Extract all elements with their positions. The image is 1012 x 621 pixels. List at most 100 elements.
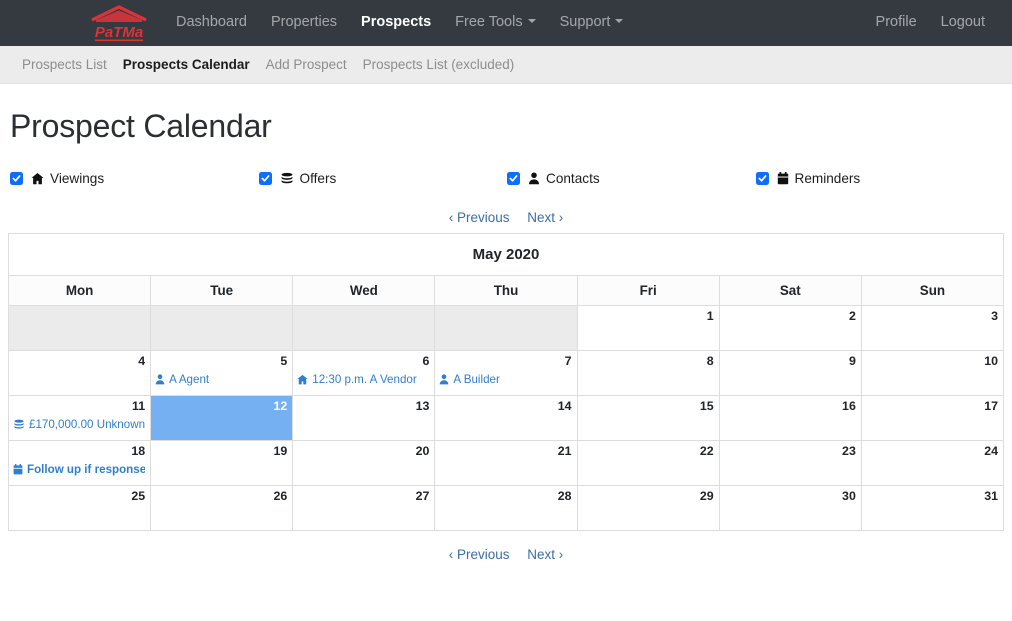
calendar-week-row: 1 2 3 xyxy=(7,305,1005,351)
calendar-day-cell[interactable]: 10 xyxy=(860,350,1005,396)
calendar-day-number: 7 xyxy=(564,354,572,368)
calendar-day-cell[interactable]: 4 xyxy=(7,350,152,396)
calendar-event-list: A Builder xyxy=(439,372,571,388)
calendar-day-number: 14 xyxy=(557,399,572,413)
calendar-day-cell[interactable]: 17 xyxy=(860,395,1005,441)
calendar-day-number: 9 xyxy=(848,354,856,368)
calendar-day-cell[interactable]: 8 xyxy=(576,350,720,396)
prospect-calendar: May 2020 Mon Tue Wed Thu Fri Sat Sun 123… xyxy=(7,233,1005,531)
calendar-cell-empty xyxy=(150,305,294,351)
calendar-day-cell[interactable]: 3 xyxy=(860,305,1005,351)
calendar-day-cell[interactable]: 20 xyxy=(292,440,436,486)
calendar-day-cell[interactable]: 26 xyxy=(150,485,294,531)
calendar-day-cell[interactable]: 6 12:30 p.m. A Vendor xyxy=(292,350,436,396)
calendar-day-cell[interactable]: 30 xyxy=(718,485,862,531)
chevron-down-icon xyxy=(527,19,536,24)
calendar-event-label: Follow up if response not rece xyxy=(27,462,146,476)
filter-label-reminders: Reminders xyxy=(794,171,861,186)
calendar-event-list: £170,000.00 Unknown xyxy=(13,417,145,433)
subnav-prospects-list-excluded[interactable]: Prospects List (excluded) xyxy=(363,57,515,72)
nav-link-properties[interactable]: Properties xyxy=(259,6,349,39)
calendar-day-cell[interactable]: 15 xyxy=(576,395,720,441)
calendar-day-cell[interactable]: 14 xyxy=(434,395,578,441)
calendar-day-cell[interactable]: 18 Follow up if response not rece xyxy=(7,440,152,486)
calendar-day-cell[interactable]: 7 A Builder xyxy=(434,350,578,396)
weekday-fri: Fri xyxy=(576,275,720,306)
nav-link-free-tools[interactable]: Free Tools xyxy=(443,6,547,39)
person-icon xyxy=(155,374,165,385)
checkbox-reminders[interactable] xyxy=(755,172,769,185)
calendar-day-number: 22 xyxy=(699,444,714,458)
calendar-day-cell[interactable]: 12 xyxy=(150,395,294,441)
calendar-week-row: 11 £170,000.00 Unknown 12 13 14 15 16 17 xyxy=(7,395,1005,441)
calendar-cell-empty xyxy=(292,305,436,351)
calendar-day-number: 12 xyxy=(273,399,288,413)
calendar-day-cell[interactable]: 23 xyxy=(718,440,862,486)
calendar-event-contact[interactable]: A Agent xyxy=(155,372,287,388)
filter-reminders[interactable]: Reminders xyxy=(755,171,1005,186)
calendar-day-number: 29 xyxy=(699,489,714,503)
nav-link-prospects[interactable]: Prospects xyxy=(349,6,443,39)
nav-link-logout[interactable]: Logout xyxy=(929,6,997,39)
nav-link-support-label: Support xyxy=(559,14,611,31)
calendar-previous-link-bottom[interactable]: ‹ Previous xyxy=(449,547,510,562)
filter-contacts[interactable]: Contacts xyxy=(507,171,756,186)
person-icon xyxy=(528,172,540,185)
subnav-add-prospect[interactable]: Add Prospect xyxy=(266,57,347,72)
calendar-cell-empty xyxy=(434,305,578,351)
weekday-tue: Tue xyxy=(150,275,294,306)
checkbox-viewings[interactable] xyxy=(10,172,23,185)
primary-nav: Dashboard Properties Prospects Free Tool… xyxy=(164,6,635,39)
house-icon xyxy=(297,374,308,385)
calendar-day-cell[interactable]: 28 xyxy=(434,485,578,531)
calendar-next-link-bottom[interactable]: Next › xyxy=(527,547,563,562)
nav-link-dashboard[interactable]: Dashboard xyxy=(164,6,259,39)
patma-logo[interactable]: PaTMa xyxy=(88,4,150,44)
calendar-day-cell[interactable]: 31 xyxy=(860,485,1005,531)
calendar-event-contact[interactable]: A Builder xyxy=(439,372,571,388)
svg-text:PaTMa: PaTMa xyxy=(95,24,143,41)
nav-link-support[interactable]: Support xyxy=(548,6,636,39)
person-icon xyxy=(439,374,449,385)
subnav-prospects-list[interactable]: Prospects List xyxy=(22,57,107,72)
calendar-day-cell[interactable]: 22 xyxy=(576,440,720,486)
calendar-day-cell[interactable]: 11 £170,000.00 Unknown xyxy=(7,395,152,441)
subnav-prospects-calendar[interactable]: Prospects Calendar xyxy=(123,57,250,72)
calendar-body: 12345A Agent 6 12:30 p.m. A Vendor 7 A Build… xyxy=(7,305,1005,531)
weekday-mon: Mon xyxy=(7,275,152,306)
calendar-day-cell[interactable]: 27 xyxy=(292,485,436,531)
calendar-day-cell[interactable]: 24 xyxy=(860,440,1005,486)
checkbox-contacts[interactable] xyxy=(507,172,520,185)
calendar-day-cell[interactable]: 21 xyxy=(434,440,578,486)
calendar-day-cell[interactable]: 1 xyxy=(576,305,720,351)
calendar-next-link-top[interactable]: Next › xyxy=(527,210,563,225)
calendar-day-cell[interactable]: 19 xyxy=(150,440,294,486)
filter-label-contacts: Contacts xyxy=(546,171,600,186)
calendar-week-row: 18 Follow up if response not rece 19 20 21 22… xyxy=(7,440,1005,486)
calendar-icon xyxy=(13,463,23,475)
calendar-day-cell[interactable]: 16 xyxy=(718,395,862,441)
calendar-day-number: 28 xyxy=(557,489,572,503)
calendar-day-cell[interactable]: 25 xyxy=(7,485,152,531)
filter-viewings[interactable]: Viewings xyxy=(10,171,259,186)
filter-label-viewings: Viewings xyxy=(50,171,105,186)
calendar-day-cell[interactable]: 5 A Agent xyxy=(150,350,294,396)
calendar-day-cell[interactable]: 9 xyxy=(718,350,862,396)
calendar-day-number: 3 xyxy=(991,309,998,323)
calendar-day-number: 20 xyxy=(415,444,430,458)
filter-offers[interactable]: Offers xyxy=(258,171,508,186)
calendar-event-reminder[interactable]: Follow up if response not rece xyxy=(13,462,145,478)
calendar-filters: Viewings Offers Contacts Reminders xyxy=(8,171,1004,186)
calendar-nav-bottom: ‹ Previous Next › xyxy=(8,547,1004,562)
checkbox-offers[interactable] xyxy=(258,172,272,185)
calendar-event-viewing[interactable]: 12:30 p.m. A Vendor xyxy=(297,372,429,388)
calendar-day-cell[interactable]: 2 xyxy=(718,305,862,351)
calendar-day-cell[interactable]: 29 xyxy=(576,485,720,531)
calendar-previous-link-top[interactable]: ‹ Previous xyxy=(449,210,510,225)
weekday-wed: Wed xyxy=(292,275,436,306)
calendar-cell-empty xyxy=(7,305,152,351)
calendar-day-cell[interactable]: 13 xyxy=(292,395,436,441)
calendar-event-offer[interactable]: £170,000.00 Unknown xyxy=(13,417,145,433)
calendar-event-label: A Agent xyxy=(169,372,210,386)
nav-link-profile[interactable]: Profile xyxy=(864,6,929,39)
